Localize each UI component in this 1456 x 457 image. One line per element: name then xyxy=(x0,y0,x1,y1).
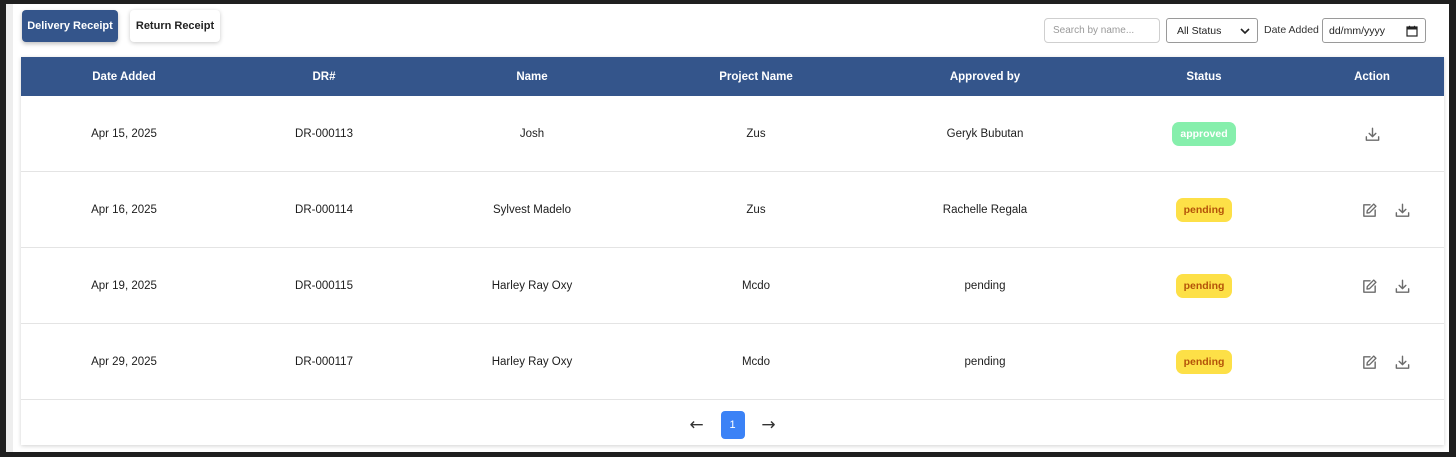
header-date-added: Date Added xyxy=(92,70,156,83)
cell-dr-number: DR-000115 xyxy=(295,280,353,292)
cell-name: Harley Ray Oxy xyxy=(491,356,573,368)
cell-actions xyxy=(1307,172,1437,248)
page-1-button[interactable]: 1 xyxy=(720,410,745,439)
cell-actions xyxy=(1307,248,1437,324)
cell-dr-number: DR-000117 xyxy=(295,356,353,368)
table-row: Apr 29, 2025 DR-000117 Harley Ray Oxy Mc… xyxy=(21,324,1444,400)
status-select[interactable]: All Status xyxy=(1166,18,1258,43)
header-dr-number: DR# xyxy=(312,70,336,83)
cell-approved-by: pending xyxy=(964,280,1006,292)
table-header: Date Added DR# Name Project Name Approve… xyxy=(21,57,1444,96)
status-badge: pending xyxy=(1175,198,1233,222)
prev-page-button[interactable]: ← xyxy=(685,413,709,437)
table-row: Apr 16, 2025 DR-000114 Sylvest Madelo Zu… xyxy=(21,172,1444,248)
header-name: Name xyxy=(516,70,548,83)
cell-date-added: Apr 29, 2025 xyxy=(91,356,157,368)
header-approved-by: Approved by xyxy=(949,70,1021,83)
search-input[interactable] xyxy=(1044,18,1160,43)
next-page-button[interactable]: → xyxy=(757,413,781,437)
cell-approved-by: Geryk Bubutan xyxy=(946,128,1024,140)
header-project-name: Project Name xyxy=(719,70,793,83)
date-placeholder: dd/mm/yyyy xyxy=(1329,24,1386,37)
status-badge: approved xyxy=(1172,122,1236,146)
cell-project-name: Zus xyxy=(746,128,766,140)
download-icon[interactable] xyxy=(1394,278,1411,295)
cell-name: Josh xyxy=(519,128,545,140)
window-edge xyxy=(6,4,13,452)
edit-icon[interactable] xyxy=(1361,202,1378,219)
return-receipt-tab[interactable]: Return Receipt xyxy=(130,10,220,42)
calendar-icon[interactable] xyxy=(1406,25,1418,37)
cell-project-name: Mcdo xyxy=(741,356,771,368)
cell-date-added: Apr 19, 2025 xyxy=(91,280,157,292)
table-row: Apr 19, 2025 DR-000115 Harley Ray Oxy Mc… xyxy=(21,248,1444,324)
cell-dr-number: DR-000113 xyxy=(295,128,353,140)
date-added-input[interactable]: dd/mm/yyyy xyxy=(1322,18,1426,43)
edit-icon[interactable] xyxy=(1361,278,1378,295)
cell-project-name: Zus xyxy=(746,204,766,216)
pagination: ← 1 → xyxy=(21,404,1444,445)
delivery-receipts-table: Date Added DR# Name Project Name Approve… xyxy=(21,57,1444,445)
status-badge: pending xyxy=(1175,274,1233,298)
cell-approved-by: Rachelle Regala xyxy=(942,204,1028,216)
table-row: Apr 15, 2025 DR-000113 Josh Zus Geryk Bu… xyxy=(21,96,1444,172)
app-window: Delivery Receipt Return Receipt All Stat… xyxy=(6,4,1449,452)
chevron-down-icon xyxy=(1240,27,1250,34)
cell-dr-number: DR-000114 xyxy=(295,204,353,216)
cell-status: pending xyxy=(1101,248,1307,324)
cell-status: pending xyxy=(1101,324,1307,400)
cell-actions xyxy=(1307,324,1437,400)
cell-name: Harley Ray Oxy xyxy=(491,280,573,292)
status-badge: pending xyxy=(1175,350,1233,374)
cell-date-added: Apr 15, 2025 xyxy=(91,128,157,140)
header-status: Status xyxy=(1186,70,1222,83)
edit-icon[interactable] xyxy=(1361,354,1378,371)
download-icon[interactable] xyxy=(1394,354,1411,371)
cell-actions xyxy=(1307,96,1437,172)
cell-name: Sylvest Madelo xyxy=(493,204,571,216)
delivery-receipt-tab[interactable]: Delivery Receipt xyxy=(22,10,118,42)
cell-approved-by: pending xyxy=(964,356,1006,368)
cell-status: pending xyxy=(1101,172,1307,248)
cell-status: approved xyxy=(1101,96,1307,172)
download-icon[interactable] xyxy=(1364,126,1381,143)
download-icon[interactable] xyxy=(1394,202,1411,219)
cell-project-name: Mcdo xyxy=(741,280,771,292)
toolbar: Delivery Receipt Return Receipt All Stat… xyxy=(6,4,1449,56)
date-added-label: Date Added xyxy=(1264,24,1319,36)
status-select-value: All Status xyxy=(1177,24,1222,37)
header-action: Action xyxy=(1354,70,1390,83)
cell-date-added: Apr 16, 2025 xyxy=(91,204,157,216)
